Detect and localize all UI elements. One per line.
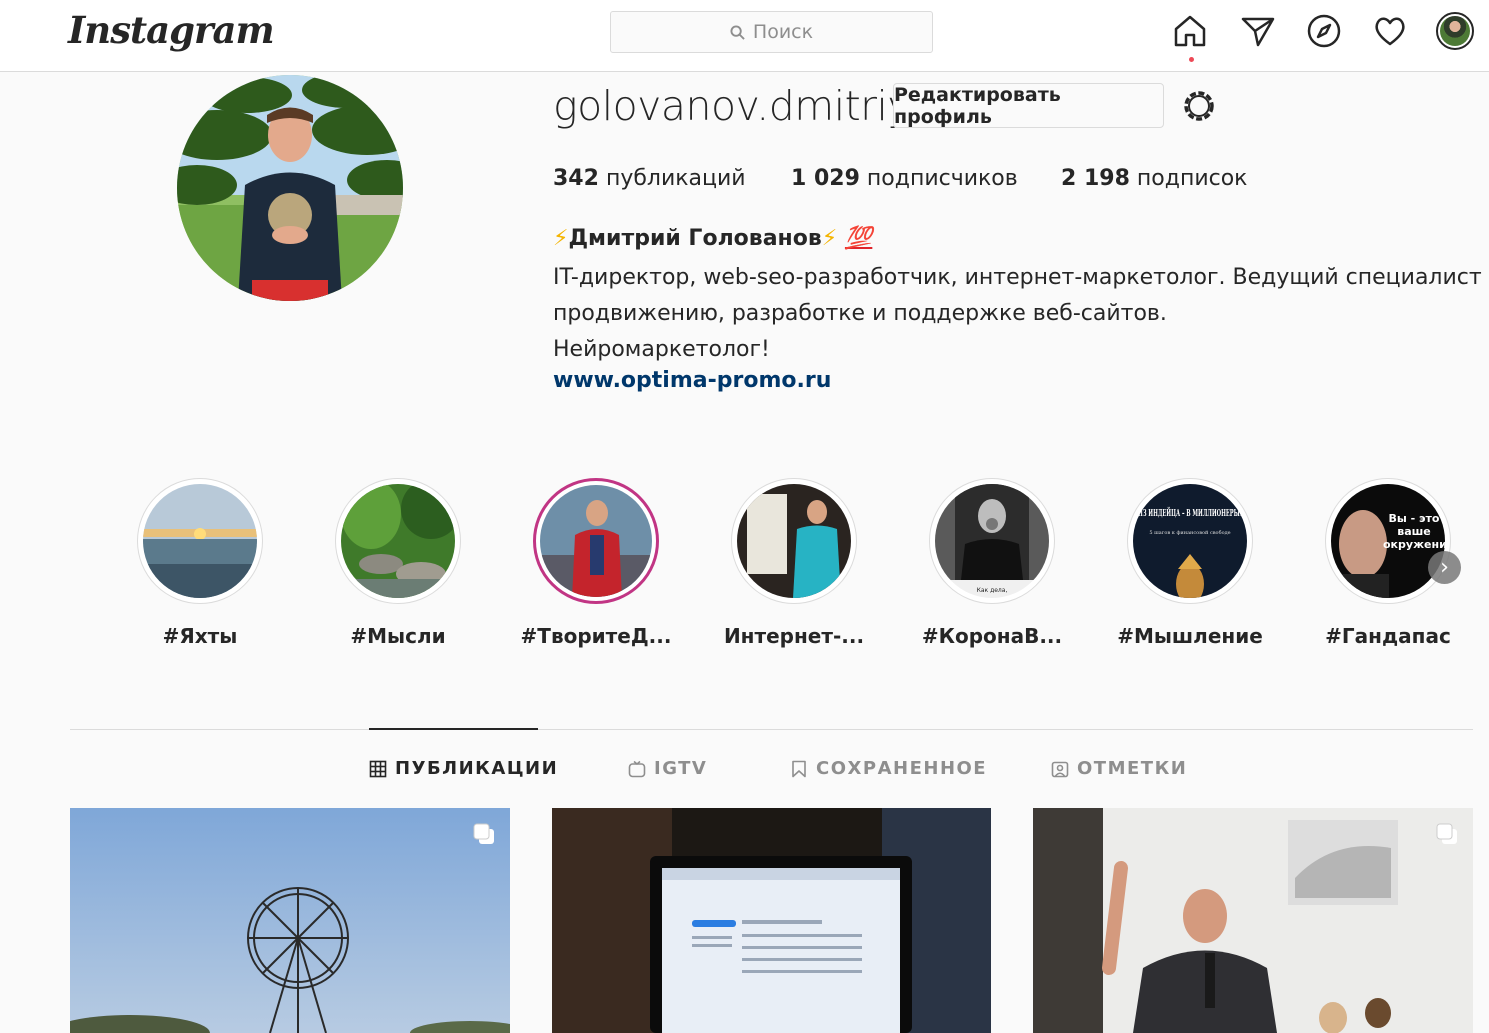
highlight-caption: Как дела, bbox=[977, 587, 1008, 594]
highlight-subtitle: 5 шагов к финансовой свободе bbox=[1149, 529, 1230, 536]
notification-dot bbox=[1189, 57, 1194, 62]
edit-profile-button[interactable]: Редактировать профиль bbox=[893, 83, 1164, 128]
highlight-label: Интернет-... bbox=[723, 624, 865, 648]
posts-label: публикаций bbox=[605, 166, 746, 191]
tab-igtv[interactable]: IGTV bbox=[628, 758, 707, 779]
followers-count: 1 029 bbox=[791, 166, 860, 191]
profile-website-link[interactable]: www.optima-promo.ru bbox=[553, 368, 831, 393]
direct-icon[interactable] bbox=[1240, 13, 1276, 49]
post-thumbnail[interactable] bbox=[70, 808, 510, 1033]
highlight-label: #ТворитеД... bbox=[520, 624, 672, 648]
settings-gear-icon[interactable] bbox=[1179, 86, 1219, 126]
highlight-cover: ИЗ ИНДЕЙЦА – В МИЛЛИОНЕРЫ! 5 шагов к фин… bbox=[1133, 484, 1247, 598]
highlight-label: #КоронаВ... bbox=[921, 624, 1063, 648]
tab-posts[interactable]: ПУБЛИКАЦИИ bbox=[369, 758, 558, 779]
bio-line: IT-директор, web-seo-разработчик, интерн… bbox=[553, 265, 1489, 290]
lightning-icon: ⚡ bbox=[553, 226, 569, 251]
highlight-item[interactable]: Вы - это ваше окружение #Гандапас bbox=[1325, 478, 1451, 648]
highlight-label: #Мысли bbox=[350, 624, 446, 648]
profile-bio: IT-директор, web-seo-разработчик, интерн… bbox=[553, 260, 1489, 368]
explore-icon[interactable] bbox=[1306, 13, 1342, 49]
tab-tagged[interactable]: ОТМЕТКИ bbox=[1051, 758, 1187, 779]
highlight-cover: Как дела, bbox=[935, 484, 1049, 598]
stat-posts[interactable]: 342 публикаций bbox=[553, 166, 746, 191]
hundred-icon: 💯 bbox=[844, 226, 873, 251]
search-icon bbox=[730, 24, 745, 40]
tab-label: ПУБЛИКАЦИИ bbox=[395, 758, 559, 779]
heart-icon[interactable] bbox=[1372, 13, 1408, 49]
followers-label: подписчиков bbox=[866, 166, 1018, 191]
highlight-cover: Вы - это ваше окружение bbox=[1331, 484, 1445, 598]
highlight-item[interactable]: Интернет-... bbox=[724, 478, 864, 648]
highlight-title: Вы - это ваше окружение bbox=[1383, 512, 1445, 551]
highlight-cover bbox=[143, 484, 257, 598]
stat-following[interactable]: 2 198 подписок bbox=[1061, 166, 1247, 191]
profile-avatar-large[interactable] bbox=[177, 75, 403, 301]
highlight-item[interactable]: Как дела, #КоронаВ... bbox=[922, 478, 1062, 648]
tag-user-icon bbox=[1051, 761, 1069, 777]
highlight-label: #Гандапас bbox=[1325, 624, 1451, 648]
search-placeholder: Поиск bbox=[752, 21, 814, 43]
bio-line: продвижению, разработке и поддержке веб-… bbox=[553, 301, 1167, 326]
bio-line: Нейромаркетолог! bbox=[553, 337, 770, 362]
search-input[interactable]: Поиск bbox=[610, 11, 933, 53]
multiple-posts-icon bbox=[473, 823, 494, 844]
highlight-cover bbox=[737, 484, 851, 598]
full-name-text: Дмитрий Голованов bbox=[568, 226, 822, 251]
top-nav: Instagram Поиск bbox=[0, 0, 1489, 72]
multiple-posts-icon bbox=[1436, 823, 1457, 844]
profile-username: golovanov.dmitriy bbox=[553, 82, 912, 130]
highlight-label: #Яхты bbox=[162, 624, 238, 648]
following-label: подписок bbox=[1136, 166, 1248, 191]
stat-followers[interactable]: 1 029 подписчиков bbox=[791, 166, 1018, 191]
tabs-divider bbox=[70, 729, 1473, 730]
igtv-icon bbox=[628, 760, 646, 777]
highlight-item[interactable]: #Яхты bbox=[137, 478, 263, 648]
bookmark-icon bbox=[792, 760, 806, 777]
highlight-item[interactable]: ИЗ ИНДЕЙЦА – В МИЛЛИОНЕРЫ! 5 шагов к фин… bbox=[1117, 478, 1263, 648]
highlight-label: #Мышление bbox=[1117, 624, 1263, 648]
home-icon[interactable] bbox=[1172, 13, 1208, 49]
highlight-cover bbox=[341, 484, 455, 598]
profile-avatar[interactable] bbox=[1436, 12, 1474, 50]
highlight-item[interactable]: #Мысли bbox=[335, 478, 461, 648]
active-tab-indicator bbox=[369, 728, 538, 730]
chevron-right-icon[interactable]: › bbox=[1428, 551, 1461, 584]
tab-saved[interactable]: СОХРАНЕННОЕ bbox=[790, 758, 987, 779]
tab-label: СОХРАНЕННОЕ bbox=[816, 758, 988, 779]
tab-label: ОТМЕТКИ bbox=[1077, 758, 1188, 779]
posts-count: 342 bbox=[553, 166, 599, 191]
post-thumbnail[interactable] bbox=[552, 808, 991, 1033]
grid-icon bbox=[369, 760, 387, 777]
instagram-logo[interactable]: Instagram bbox=[68, 8, 275, 52]
following-count: 2 198 bbox=[1061, 166, 1130, 191]
highlight-item[interactable]: #ТворитеД... bbox=[521, 478, 671, 648]
tab-label: IGTV bbox=[654, 758, 708, 779]
avatar-image bbox=[1440, 16, 1470, 46]
highlight-cover bbox=[540, 485, 652, 597]
lightning-icon: ⚡ bbox=[821, 226, 838, 251]
profile-full-name: ⚡Дмитрий Голованов⚡ 💯 bbox=[553, 226, 872, 251]
post-thumbnail[interactable] bbox=[1033, 808, 1473, 1033]
